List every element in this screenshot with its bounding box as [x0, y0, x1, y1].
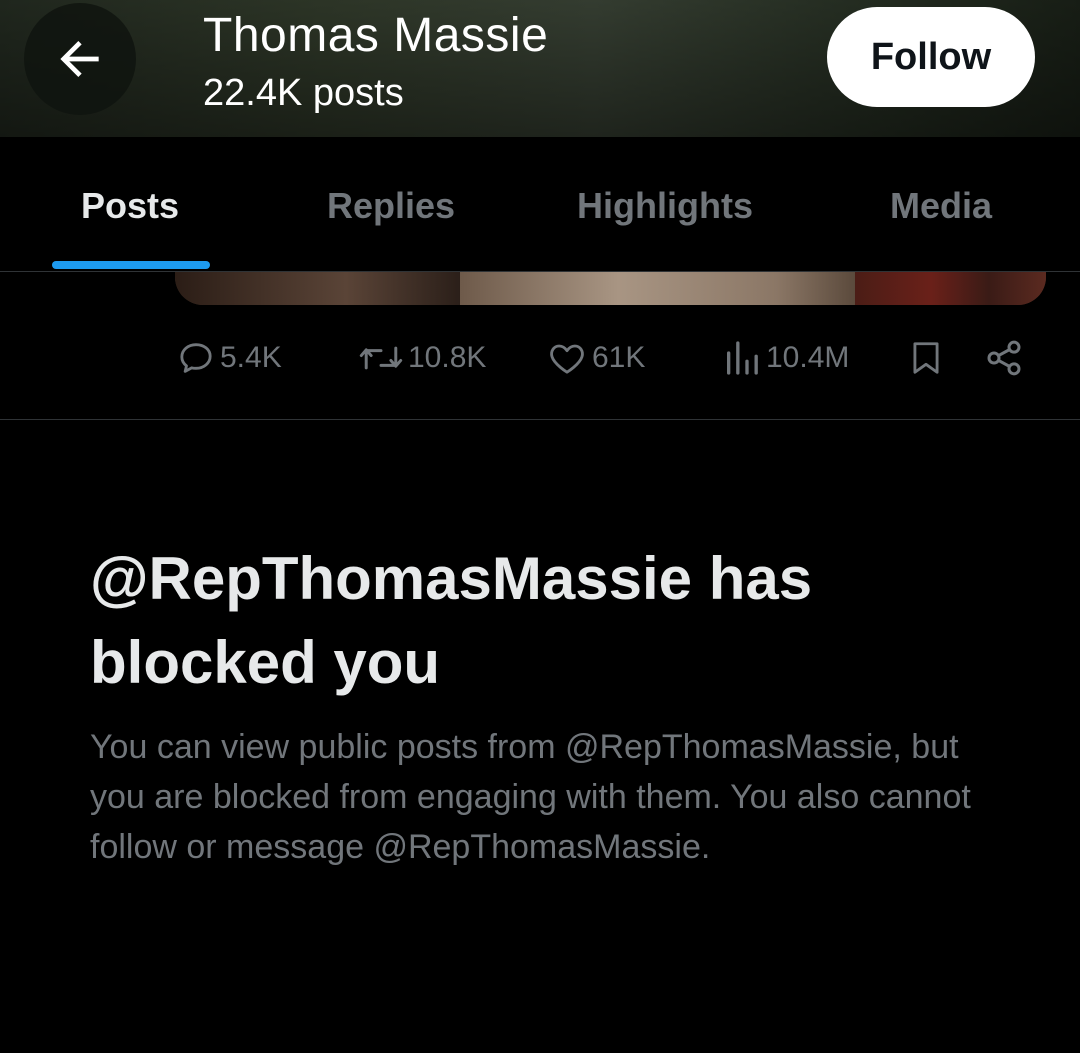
blocked-title: @RepThomasMassie has blocked you — [90, 545, 813, 696]
like-button[interactable]: 61K — [546, 338, 645, 378]
profile-name: Thomas Massie — [203, 9, 549, 62]
tab-posts[interactable]: Posts — [81, 185, 179, 227]
blocked-description: You can view public posts from @RepThoma… — [90, 728, 971, 866]
views-button[interactable]: 10.4M — [722, 338, 849, 378]
heart-icon — [550, 344, 584, 374]
share-button[interactable] — [984, 338, 1024, 378]
media-segment — [855, 272, 1046, 305]
section-divider — [0, 419, 1080, 420]
media-segment — [175, 272, 460, 305]
profile-header: Thomas Massie 22.4K posts Follow — [0, 0, 1080, 137]
back-button[interactable] — [24, 3, 136, 115]
repost-icon — [359, 346, 403, 370]
repost-count: 10.8K — [408, 341, 487, 374]
like-count: 61K — [592, 341, 646, 374]
share-icon — [987, 340, 1021, 376]
post-count: 22.4K posts — [203, 72, 404, 114]
reply-count: 5.4K — [220, 341, 282, 374]
repost-button[interactable]: 10.8K — [358, 338, 486, 378]
post-action-bar: 5.4K 10.8K 61K 10.4M — [0, 330, 1080, 386]
back-arrow-icon — [60, 41, 99, 77]
tab-media[interactable]: Media — [890, 185, 992, 227]
follow-button[interactable]: Follow — [827, 7, 1035, 107]
reply-bubble-icon — [180, 343, 212, 373]
view-count: 10.4M — [766, 341, 850, 374]
tab-replies[interactable]: Replies — [327, 185, 455, 227]
tab-highlights[interactable]: Highlights — [577, 185, 753, 227]
post-media-preview[interactable] — [175, 272, 1046, 305]
bookmark-icon — [913, 342, 939, 374]
active-tab-indicator — [52, 261, 210, 269]
profile-tabs: Posts Replies Highlights Media — [0, 137, 1080, 272]
profile-page: Thomas Massie 22.4K posts Follow Posts R… — [0, 0, 1080, 1053]
views-bar-chart-icon — [727, 341, 758, 375]
reply-button[interactable]: 5.4K — [176, 338, 282, 378]
media-segment — [460, 272, 855, 305]
bookmark-button[interactable] — [907, 338, 945, 378]
